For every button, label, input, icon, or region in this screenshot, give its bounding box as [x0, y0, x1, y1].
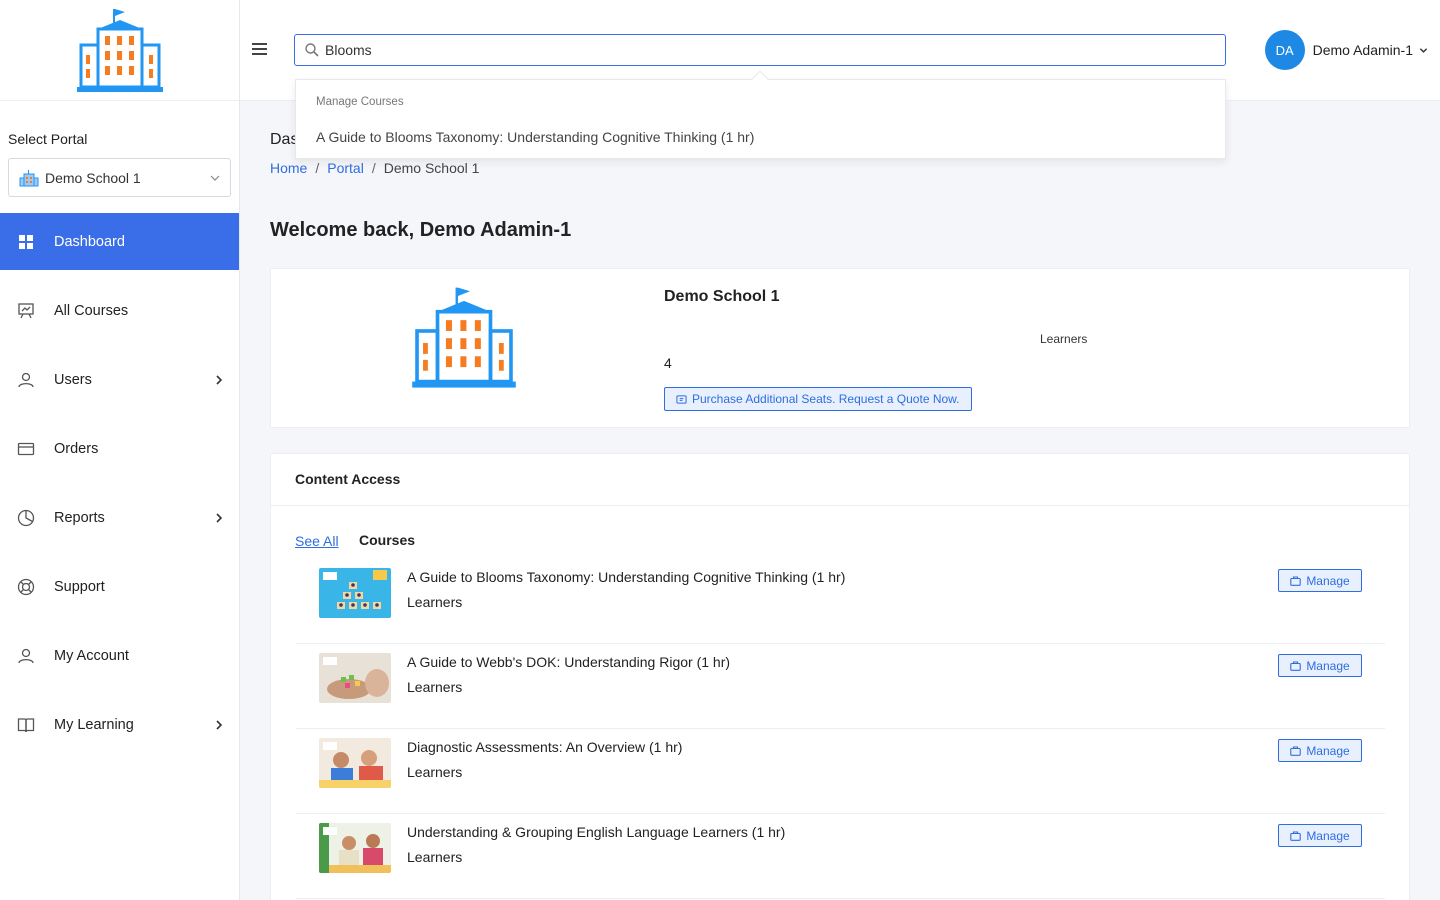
search-result-item[interactable]: A Guide to Blooms Taxonomy: Understandin…	[316, 129, 754, 145]
content-access-title: Content Access	[295, 471, 401, 487]
sidebar-nav: Dashboard All Courses Users Orders Repor…	[0, 213, 239, 765]
breadcrumb-separator: /	[371, 160, 376, 176]
course-title[interactable]: Understanding & Grouping English Languag…	[407, 824, 785, 840]
manage-button[interactable]: Manage	[1278, 654, 1362, 677]
sidebar-item-label: Reports	[54, 509, 105, 526]
search-result-group: Manage Courses	[316, 96, 404, 108]
chevron-right-icon	[216, 512, 223, 523]
manage-label: Manage	[1306, 743, 1350, 758]
course-list: A Guide to Blooms Taxonomy: Understandin…	[296, 559, 1385, 899]
sidebar-item-label: My Learning	[54, 716, 134, 733]
sidebar-item-label: All Courses	[54, 302, 129, 319]
sidebar-item-reports[interactable]: Reports	[0, 489, 239, 546]
purchase-seats-button[interactable]: Purchase Additional Seats. Request a Quo…	[664, 387, 972, 411]
search-results-dropdown: Manage Courses A Guide to Blooms Taxonom…	[295, 70, 1226, 159]
search-input[interactable]	[325, 42, 1205, 58]
avatar: DA	[1264, 30, 1305, 70]
select-portal-label: Select Portal	[8, 131, 88, 147]
list-item: Diagnostic Assessments: An Overview (1 h…	[296, 729, 1385, 814]
cart-icon	[676, 394, 687, 404]
breadcrumb: Home / Portal / Demo School 1	[270, 160, 479, 176]
course-title[interactable]: Diagnostic Assessments: An Overview (1 h…	[407, 739, 682, 755]
briefcase-icon	[1290, 660, 1302, 671]
user-menu[interactable]: DA Demo Adamin-1	[1264, 30, 1428, 70]
sidebar-item-my-account[interactable]: My Account	[0, 627, 239, 684]
user-icon	[17, 371, 35, 389]
portal-select[interactable]: Demo School 1	[8, 158, 231, 197]
search-box[interactable]	[294, 34, 1226, 66]
manage-label: Manage	[1306, 828, 1350, 843]
learners-label: Learners	[1040, 332, 1088, 346]
purchase-seats-label: Purchase Additional Seats. Request a Quo…	[692, 392, 960, 406]
course-learners-label: Learners	[407, 679, 463, 695]
dashboard-icon	[17, 233, 35, 251]
briefcase-icon	[1290, 745, 1302, 756]
sidebar-item-orders[interactable]: Orders	[0, 420, 239, 477]
manage-button[interactable]: Manage	[1278, 824, 1362, 847]
sidebar: Select Portal Demo School 1 Dashboard Al…	[0, 0, 240, 900]
breadcrumb-separator: /	[315, 160, 320, 176]
search-icon	[305, 43, 319, 57]
manage-button[interactable]: Manage	[1278, 569, 1362, 592]
breadcrumb-home[interactable]: Home	[270, 160, 307, 176]
school-icon	[19, 169, 39, 186]
book-icon	[17, 716, 35, 734]
sidebar-item-support[interactable]: Support	[0, 558, 239, 615]
manage-button[interactable]: Manage	[1278, 739, 1362, 762]
chevron-right-icon	[216, 374, 223, 385]
manage-label: Manage	[1306, 573, 1350, 588]
school-name: Demo School 1	[664, 288, 780, 305]
course-learners-label: Learners	[407, 764, 463, 780]
sidebar-item-dashboard[interactable]: Dashboard	[0, 213, 239, 270]
school-logo-icon	[412, 287, 516, 388]
briefcase-icon	[1290, 830, 1302, 841]
breadcrumb-current: Demo School 1	[383, 160, 480, 176]
card-icon	[17, 440, 35, 458]
course-thumbnail	[319, 738, 391, 788]
manage-label: Manage	[1306, 658, 1350, 673]
chevron-down-icon	[210, 175, 220, 181]
list-item: A Guide to Blooms Taxonomy: Understandin…	[296, 559, 1385, 644]
divider	[271, 505, 1409, 506]
sidebar-item-all-courses[interactable]: All Courses	[0, 282, 239, 339]
school-summary-card: Demo School 1 Learners 4 Purchase Additi…	[270, 268, 1410, 428]
sidebar-item-label: Users	[54, 371, 92, 388]
logo-area	[0, 0, 239, 101]
sidebar-item-label: Orders	[54, 440, 99, 457]
hamburger-menu-icon[interactable]	[252, 42, 267, 56]
sidebar-item-label: Dashboard	[54, 233, 125, 250]
pie-chart-icon	[17, 509, 35, 527]
course-learners-label: Learners	[407, 849, 463, 865]
chevron-right-icon	[216, 719, 223, 730]
sidebar-item-label: My Account	[54, 647, 129, 664]
portal-select-value: Demo School 1	[45, 169, 141, 186]
user-icon	[17, 647, 35, 665]
course-thumbnail	[319, 823, 391, 873]
course-thumbnail	[319, 568, 391, 618]
tab-courses[interactable]: Courses	[359, 532, 415, 548]
sidebar-item-label: Support	[54, 578, 105, 595]
see-all-link[interactable]: See All	[295, 533, 339, 549]
sidebar-item-users[interactable]: Users	[0, 351, 239, 408]
course-title[interactable]: A Guide to Blooms Taxonomy: Understandin…	[407, 569, 845, 585]
course-learners-label: Learners	[407, 594, 463, 610]
lifebuoy-icon	[17, 578, 35, 596]
breadcrumb-portal[interactable]: Portal	[327, 160, 364, 176]
presentation-icon	[17, 302, 35, 320]
list-item: Understanding & Grouping English Languag…	[296, 814, 1385, 899]
briefcase-icon	[1290, 575, 1302, 586]
school-logo-icon[interactable]	[76, 7, 164, 93]
list-item: A Guide to Webb's DOK: Understanding Rig…	[296, 644, 1385, 729]
learners-count: 4	[664, 355, 672, 371]
chevron-down-icon	[1419, 47, 1428, 53]
content-access-card: Content Access See All Courses A Guide t…	[270, 453, 1410, 900]
sidebar-item-my-learning[interactable]: My Learning	[0, 696, 239, 753]
course-thumbnail	[319, 653, 391, 703]
welcome-heading: Welcome back, Demo Adamin-1	[270, 219, 572, 241]
user-name: Demo Adamin-1	[1312, 42, 1413, 58]
course-title[interactable]: A Guide to Webb's DOK: Understanding Rig…	[407, 654, 730, 670]
